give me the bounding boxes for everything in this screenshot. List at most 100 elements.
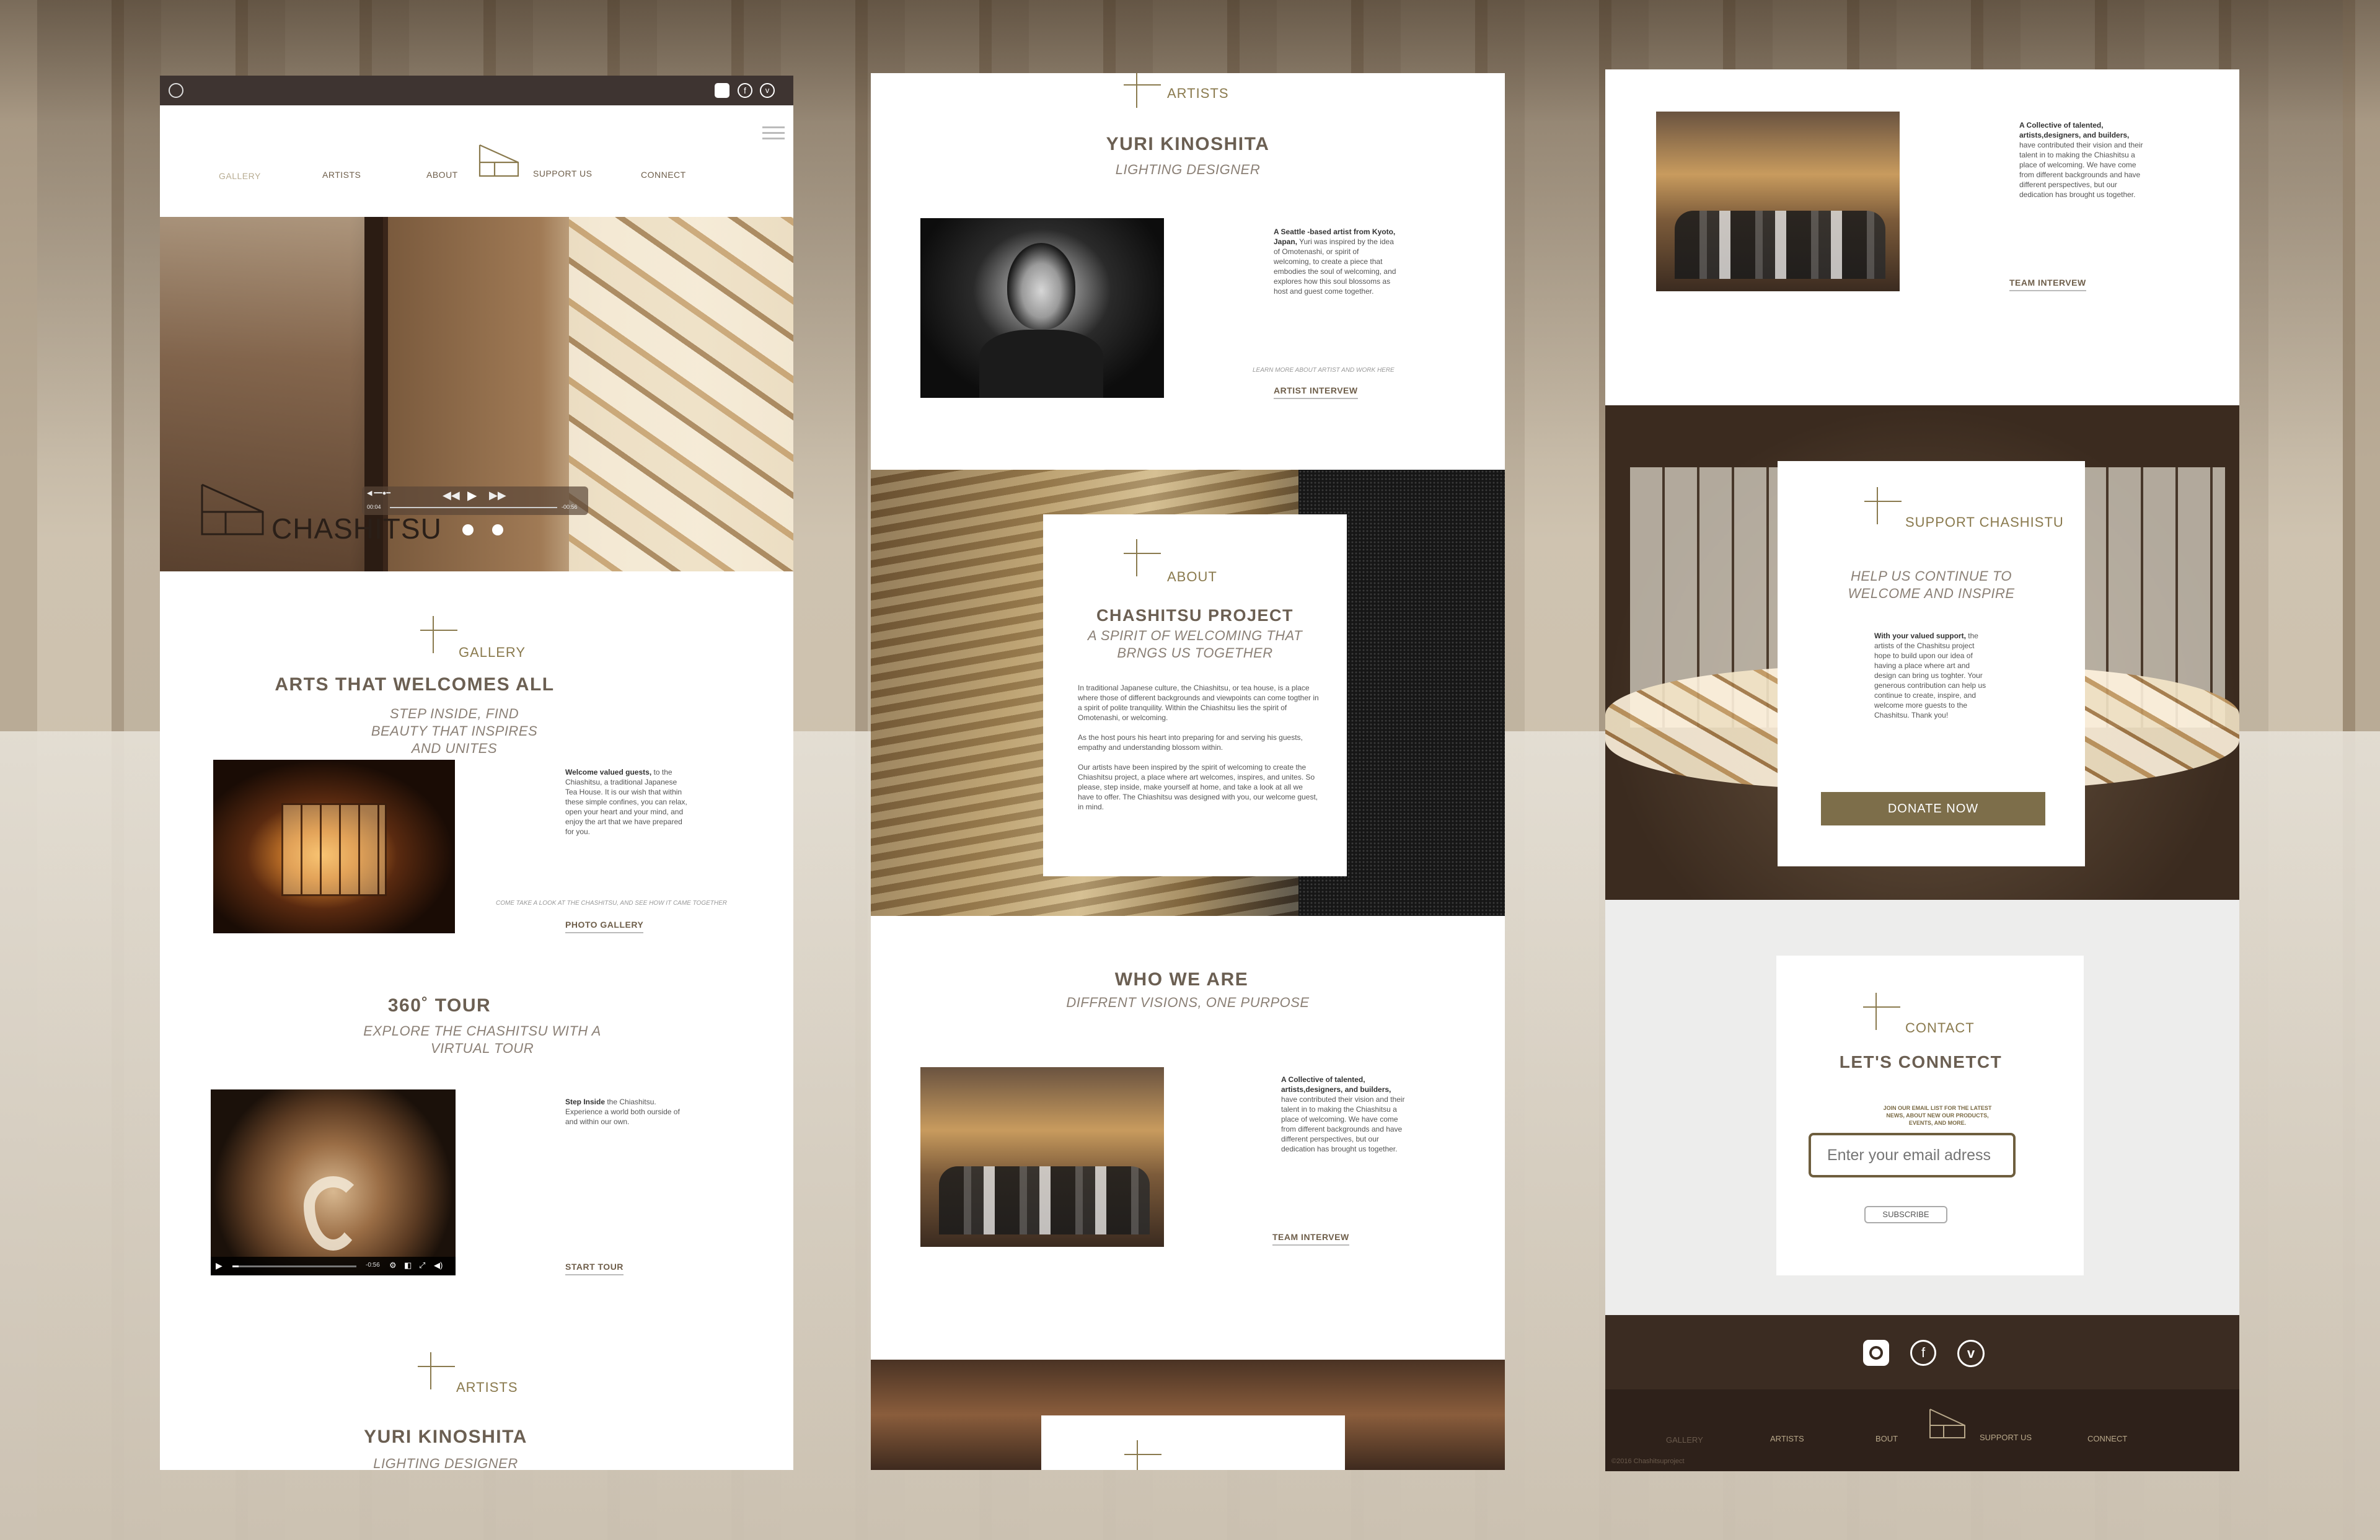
- team-text: A Collective of talented, artists,design…: [1281, 1075, 1405, 1153]
- footer-logo-icon[interactable]: [1926, 1408, 1968, 1440]
- contact-label: CONTACT: [1905, 1020, 1975, 1036]
- team-interview-link[interactable]: TEAM INTERVEW: [1272, 1232, 1349, 1246]
- hero-logo-icon: [201, 483, 264, 535]
- tour-title: 360˚ TOUR: [387, 995, 491, 1016]
- team-photo: [1656, 112, 1900, 291]
- play-icon[interactable]: ▶: [467, 488, 477, 503]
- nav-support[interactable]: SUPPORT US: [533, 169, 593, 178]
- settings-icon[interactable]: ⚙: [389, 1261, 397, 1270]
- gallery-note: COME TAKE A LOOK AT THE CHASHITSU, AND S…: [496, 900, 728, 907]
- forward-icon[interactable]: ▶▶: [489, 489, 506, 502]
- footer-nav-support[interactable]: SUPPORT US: [1980, 1433, 2032, 1442]
- tour-time: -0:56: [366, 1262, 380, 1269]
- artists-mark-icon: [1124, 73, 1161, 108]
- donate-button[interactable]: DONATE NOW: [1821, 792, 2045, 825]
- artist-name: YURI KINOSHITA: [364, 1427, 527, 1447]
- gallery-label: GALLERY: [459, 645, 526, 660]
- nav-connect[interactable]: CONNECT: [641, 170, 686, 180]
- footer-facebook-icon[interactable]: f: [1910, 1340, 1936, 1366]
- artists-label: ARTISTS: [1167, 86, 1229, 101]
- who-title: WHO WE ARE: [1114, 969, 1249, 990]
- subscribe-button[interactable]: SUBSCRIBE: [1864, 1206, 1947, 1223]
- contact-mark-icon: [1863, 993, 1900, 1030]
- email-input[interactable]: [1809, 1133, 2016, 1177]
- start-tour-link[interactable]: START TOUR: [565, 1262, 624, 1275]
- tour-play-icon[interactable]: ▶: [216, 1261, 223, 1271]
- vr-icon[interactable]: ◧: [404, 1261, 412, 1270]
- hero-video[interactable]: CHASHITSU ◀ ━━●━ ◀◀ ▶ ▶▶ 00:04 -00:56: [160, 217, 793, 571]
- video-time-right: -00:56: [562, 504, 578, 510]
- footer-nav-about[interactable]: BOUT: [1875, 1434, 1898, 1443]
- about-subtitle: A SPIRIT OF WELCOMING THAT BRNGS US TOGE…: [1087, 628, 1303, 661]
- contact-note: JOIN OUR EMAIL LIST FOR THE LATEST NEWS,…: [1883, 1105, 1992, 1126]
- video-controls[interactable]: ◀ ━━●━ ◀◀ ▶ ▶▶ 00:04 -00:56: [362, 486, 588, 515]
- team-photo: [920, 1067, 1164, 1247]
- mockup-page-artists: ARTISTS YURI KINOSHITA LIGHTING DESIGNER…: [871, 73, 1505, 1470]
- video-scrubber[interactable]: [390, 507, 557, 508]
- artist-interview-link[interactable]: ARTIST INTERVEW: [1274, 385, 1358, 399]
- fullscreen-icon[interactable]: ⤢: [419, 1261, 425, 1270]
- support-label: SUPPORT CHASHISTU: [1905, 514, 2064, 530]
- rewind-icon[interactable]: ◀◀: [443, 489, 460, 502]
- about-title: CHASHITSU PROJECT: [1096, 606, 1294, 625]
- artists-label: ARTISTS: [456, 1379, 518, 1395]
- artists-mark-icon: [418, 1352, 455, 1389]
- support-subtitle: HELP US CONTINUE TO WELCOME AND INSPIRE: [1848, 568, 2015, 601]
- facebook-icon[interactable]: f: [738, 83, 752, 98]
- support-text: With your valued support, the artists of…: [1874, 631, 1986, 719]
- main-nav: GALLERY ARTISTS ABOUT SUPPORT US CONNECT: [160, 105, 793, 217]
- next-mark-icon: [1124, 1440, 1161, 1470]
- who-subtitle: DIFFRENT VISIONS, ONE PURPOSE: [1066, 995, 1310, 1010]
- vimeo-icon[interactable]: v: [760, 83, 775, 98]
- artist-note: LEARN MORE ABOUT ARTIST AND WORK HERE: [1253, 367, 1395, 374]
- footer: f v GALLERY ARTISTS BOUT SUPPORT US CONN…: [1605, 1315, 2239, 1471]
- mockup-page-support: A Collective of talented, artists,design…: [1605, 69, 2239, 1471]
- nav-about[interactable]: ABOUT: [426, 170, 458, 180]
- carousel-dot-2[interactable]: [492, 524, 503, 535]
- support-card: SUPPORT CHASHISTU HELP US CONTINUE TO WE…: [1778, 461, 2085, 866]
- contact-title: LET'S CONNETCT: [1839, 1052, 2003, 1071]
- menu-circle-icon[interactable]: [169, 83, 183, 98]
- hero-brand: CHASHITSU: [271, 513, 442, 545]
- about-card: ABOUT CHASHITSU PROJECT A SPIRIT OF WELC…: [1043, 514, 1347, 876]
- gallery-text: Welcome valued guests, to the Chiashitsu…: [565, 768, 687, 836]
- footer-nav: GALLERY ARTISTS BOUT SUPPORT US CONNECT …: [1605, 1389, 2239, 1471]
- about-label: ABOUT: [1167, 569, 1217, 584]
- support-mark-icon: [1864, 487, 1902, 524]
- video-time-left: 00:04: [367, 504, 381, 510]
- artist-photo: [920, 218, 1164, 398]
- hamburger-icon[interactable]: [762, 126, 785, 140]
- top-social-bar: f v: [160, 76, 793, 105]
- footer-nav-gallery[interactable]: GALLERY: [1666, 1435, 1703, 1445]
- gallery-title: ARTS THAT WELCOMES ALL: [275, 674, 555, 695]
- nav-gallery[interactable]: GALLERY: [219, 171, 261, 181]
- footer-nav-connect[interactable]: CONNECT: [2087, 1434, 2127, 1443]
- gallery-photo[interactable]: [213, 760, 455, 933]
- footer-vimeo-icon[interactable]: v: [1957, 1340, 1985, 1367]
- gallery-subtitle: STEP INSIDE, FIND BEAUTY THAT INSPIRES A…: [371, 706, 538, 756]
- copyright: ©2016 Chashitsuproject: [1611, 1458, 1685, 1465]
- tour-video[interactable]: ▶ -0:56 ⚙ ◧ ⤢ ◀): [211, 1089, 456, 1275]
- next-card: [1041, 1415, 1345, 1470]
- footer-instagram-icon[interactable]: [1863, 1340, 1889, 1366]
- instagram-icon[interactable]: [715, 83, 729, 98]
- tour-subtitle: EXPLORE THE CHASHITSU WITH A VIRTUAL TOU…: [363, 1023, 601, 1056]
- artist-bio: A Seattle -based artist from Kyoto, Japa…: [1274, 227, 1396, 296]
- team-interview-link[interactable]: TEAM INTERVEW: [2009, 278, 2086, 291]
- team-text: A Collective of talented, artists,design…: [2019, 121, 2143, 199]
- contact-card: CONTACT LET'S CONNETCT JOIN OUR EMAIL LI…: [1776, 956, 2084, 1275]
- about-body: In traditional Japanese culture, the Chi…: [1078, 684, 1319, 811]
- gallery-mark-icon: [420, 616, 457, 653]
- volume-icon[interactable]: ◀): [434, 1261, 443, 1270]
- artist-role: LIGHTING DESIGNER: [1115, 162, 1261, 177]
- tour-text: Step Inside the Chiashitsu. Experience a…: [565, 1098, 680, 1126]
- artist-role: LIGHTING DESIGNER: [373, 1456, 518, 1470]
- artist-name: YURI KINOSHITA: [1106, 134, 1270, 154]
- about-mark-icon: [1124, 539, 1161, 576]
- footer-nav-artists[interactable]: ARTISTS: [1770, 1434, 1804, 1443]
- carousel-dot-1[interactable]: [462, 524, 474, 535]
- photo-gallery-link[interactable]: PHOTO GALLERY: [565, 920, 644, 933]
- nav-artists[interactable]: ARTISTS: [322, 170, 361, 180]
- mockup-page-home: f v GALLERY ARTISTS ABOUT SUPPORT US CON…: [160, 76, 793, 1470]
- chashitsu-logo-icon[interactable]: [476, 144, 522, 178]
